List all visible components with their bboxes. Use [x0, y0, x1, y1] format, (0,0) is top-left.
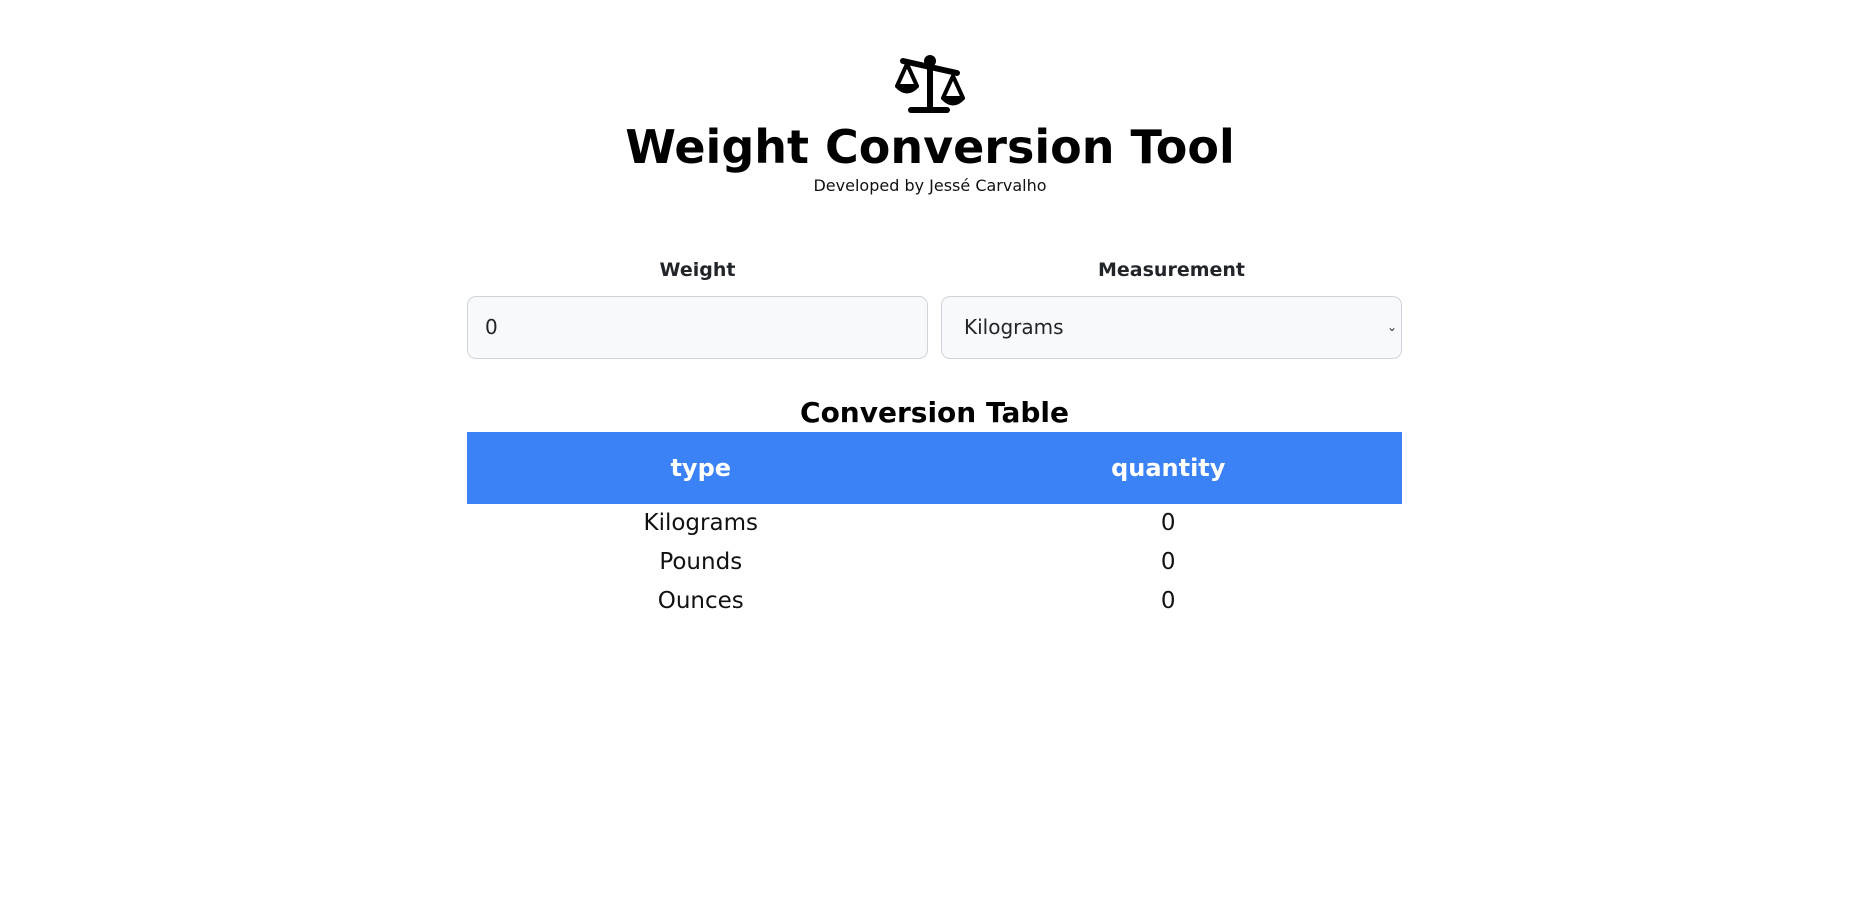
conversion-table-section: Conversion Table type quantity Kilograms…	[467, 394, 1402, 621]
cell-type: Kilograms	[643, 510, 758, 536]
column-header-type: type	[670, 454, 732, 482]
table-header-row: type quantity	[467, 432, 1402, 504]
table-row: Ounces 0	[467, 582, 1402, 621]
chevron-down-icon: ⌄	[1386, 320, 1397, 334]
page: Weight Conversion Tool Developed by Jess…	[0, 0, 1860, 903]
page-title: Weight Conversion Tool	[625, 120, 1235, 174]
column-header-quantity: quantity	[1111, 454, 1226, 482]
measurement-select[interactable]: Kilograms ⌄	[941, 296, 1402, 359]
weight-input[interactable]: 0	[467, 296, 928, 359]
measurement-label: Measurement	[1098, 259, 1245, 281]
measurement-field-group: Measurement Kilograms ⌄	[941, 258, 1402, 359]
cell-quantity: 0	[1160, 549, 1176, 575]
developer-credit: Developed by Jessé Carvalho	[813, 176, 1047, 195]
cell-type: Pounds	[659, 549, 743, 575]
weight-field-group: Weight 0	[467, 258, 928, 359]
table-row: Kilograms 0	[467, 504, 1402, 543]
conversion-table: type quantity Kilograms 0 Pounds 0 Ounce…	[467, 432, 1402, 621]
app-header: Weight Conversion Tool Developed by Jess…	[0, 52, 1860, 196]
table-row: Pounds 0	[467, 543, 1402, 582]
scale-balance-icon	[895, 55, 965, 113]
weight-label: Weight	[659, 259, 736, 281]
cell-quantity: 0	[1160, 510, 1176, 536]
measurement-selected-value: Kilograms	[964, 315, 1064, 339]
conversion-form: Weight 0 Measurement Kilograms ⌄	[467, 258, 1402, 359]
table-title: Conversion Table	[800, 396, 1069, 429]
cell-type: Ounces	[657, 588, 744, 614]
cell-quantity: 0	[1160, 588, 1176, 614]
